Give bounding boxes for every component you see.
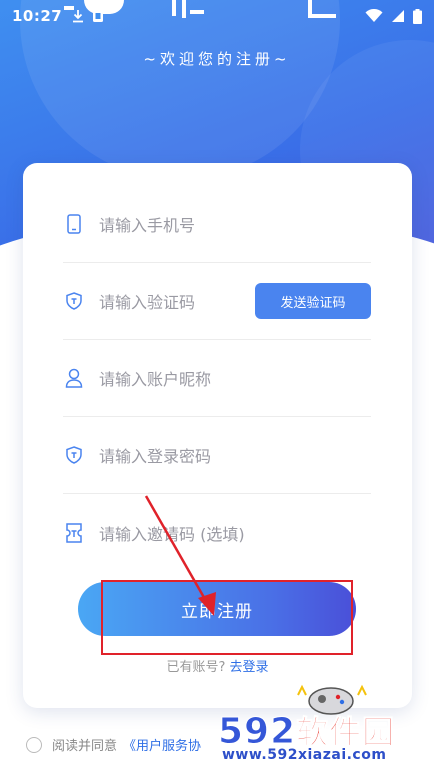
notification-icons <box>72 9 104 23</box>
agreement-checkbox[interactable] <box>26 736 42 753</box>
code-input[interactable]: 请输入验证码 <box>99 289 255 313</box>
phone-field[interactable]: 请输入手机号 <box>63 186 371 263</box>
password-field[interactable]: 请输入登录密码 <box>63 417 371 494</box>
agreement-prefix: 阅读并同意 <box>52 739 118 754</box>
password-input[interactable]: 请输入登录密码 <box>99 443 371 467</box>
login-link[interactable]: 去登录 <box>230 660 269 675</box>
cellular-signal-icon <box>392 10 404 22</box>
shield-icon <box>65 291 83 311</box>
user-agreement-link[interactable]: 《用户服务协 <box>123 735 201 754</box>
phone-input[interactable]: 请输入手机号 <box>99 212 371 236</box>
phone-icon <box>65 214 83 234</box>
status-bar: 10:27 <box>0 0 434 32</box>
nickname-field[interactable]: 请输入账户昵称 <box>63 340 371 417</box>
send-code-button[interactable]: 发送验证码 <box>255 283 371 319</box>
annotation-arrow-icon <box>144 495 216 616</box>
nickname-input[interactable]: 请输入账户昵称 <box>99 366 371 390</box>
agreement-row[interactable]: 阅读并同意 《用户服务协 <box>26 735 201 754</box>
user-icon <box>65 368 83 388</box>
battery-icon <box>413 8 422 24</box>
code-field[interactable]: 请输入验证码 发送验证码 <box>63 263 371 340</box>
app-notification-icon <box>93 10 104 22</box>
watermark: 592软件园 www.592xiazai.com <box>212 703 434 771</box>
watermark-url: www.592xiazai.com <box>222 747 387 763</box>
wifi-icon <box>365 9 383 22</box>
login-prompt: 已有账号? 去登录 <box>23 656 412 675</box>
have-account-text: 已有账号? <box>166 660 226 675</box>
status-time: 10:27 <box>12 7 63 25</box>
ticket-icon <box>65 522 83 543</box>
welcome-text: ~欢迎您的注册~ <box>143 50 291 68</box>
download-icon <box>73 10 84 23</box>
shield-icon <box>65 445 83 465</box>
